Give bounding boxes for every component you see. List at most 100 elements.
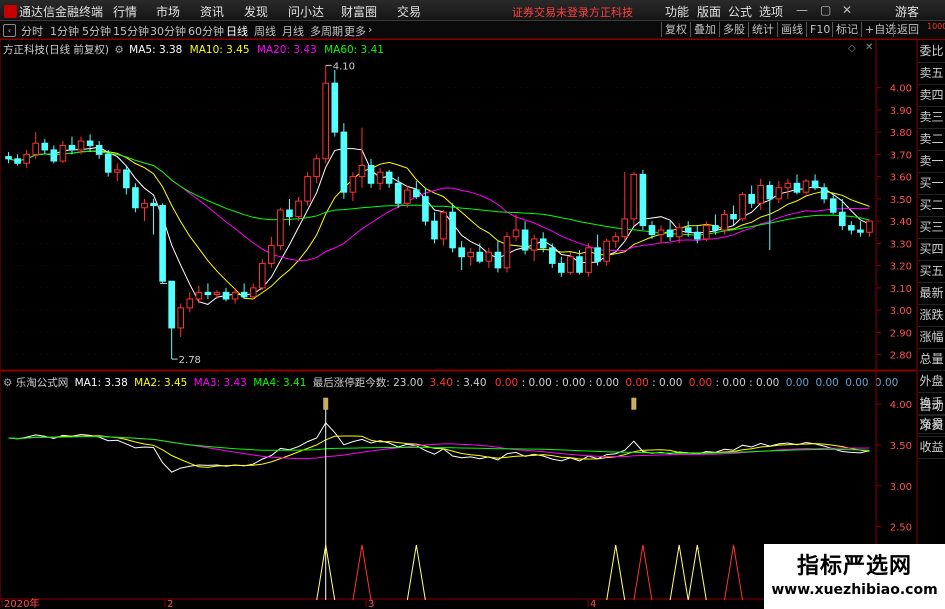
candle-body: [539, 238, 547, 249]
candle-body: [195, 291, 203, 300]
candle-body: [748, 193, 755, 204]
y-tick-label: 3.80: [890, 128, 912, 139]
side-item-12[interactable]: 涨跌: [918, 304, 945, 327]
kline-chart[interactable]: 4.00 3.90 3.80 3.70 3.60 3.50 3.40 3.30 3.20 3.10…: [0, 0, 945, 609]
candle-body: [358, 164, 366, 178]
triangle-signal: [687, 544, 707, 601]
candle-body: [313, 158, 320, 178]
candle-body: [766, 185, 774, 200]
corner-label-text: 1000: [927, 22, 945, 31]
corner-label-top: 1000: [927, 22, 945, 31]
candle-body: [675, 227, 683, 238]
triangle-signal: [406, 544, 426, 601]
candle-body: [59, 144, 67, 162]
side-item-3[interactable]: 卖三: [918, 106, 945, 129]
candle-body: [567, 256, 574, 273]
candle-body: [86, 140, 94, 146]
candle-body: [857, 229, 864, 233]
limit-up-marker: [323, 397, 329, 410]
candle-body: [666, 229, 674, 238]
candle-body: [177, 307, 185, 329]
triangle-signal: [633, 544, 653, 601]
candle-body: [775, 187, 783, 200]
side-item-13[interactable]: 涨幅: [918, 326, 945, 349]
y-tick-label: 3.00: [890, 306, 912, 317]
side-item-5[interactable]: 卖一: [918, 150, 945, 173]
x-tick-label: 3: [368, 599, 374, 609]
ma10-line: [8, 150, 870, 300]
candle-body: [123, 169, 130, 189]
y-tick-label: 3.40: [890, 217, 912, 228]
side-item-0[interactable]: 委比: [918, 40, 945, 63]
x-tick-label: 4: [590, 599, 596, 609]
side-item-4[interactable]: 卖二: [918, 128, 945, 151]
side-item-10[interactable]: 买五: [918, 260, 945, 283]
candle-body: [848, 225, 855, 231]
y-tick-label: 3.20: [890, 262, 912, 273]
y-tick-label: 4.00: [890, 84, 912, 95]
candle-body: [829, 198, 837, 213]
candle-body: [793, 182, 801, 193]
candle-body: [784, 182, 792, 189]
triangle-signal: [669, 544, 689, 601]
side-item-8[interactable]: 买三: [918, 216, 945, 239]
triangle-signal: [352, 544, 372, 601]
candle-body: [240, 291, 248, 298]
candle-body: [811, 180, 819, 189]
candle-body: [104, 153, 112, 173]
limit-up-marker: [631, 397, 637, 410]
side-item-14[interactable]: 总量: [918, 348, 945, 371]
candle-body: [558, 262, 565, 273]
candle-body: [222, 291, 230, 300]
side-item-1[interactable]: 卖五: [918, 62, 945, 85]
candle-body: [403, 189, 411, 204]
side-item-11[interactable]: 最新: [918, 282, 945, 305]
side-item-19[interactable]: 自动: [918, 397, 945, 416]
candle-body: [712, 225, 719, 231]
candle-body: [5, 156, 12, 160]
side-item-7[interactable]: 买二: [918, 194, 945, 217]
candle-body: [277, 209, 284, 247]
candle-body: [413, 189, 420, 198]
triangle-signal: [724, 544, 744, 601]
candle-body: [739, 193, 746, 220]
candle-body: [838, 211, 846, 227]
watermark-url: www.xuezhibiao.com: [771, 582, 938, 598]
sub-y-tick-label: 3.00: [890, 482, 912, 493]
candle-body: [14, 158, 21, 164]
candle-body: [648, 225, 656, 235]
candle-body: [585, 247, 592, 273]
side-item-2[interactable]: 卖四: [918, 84, 945, 107]
y-tick-label: 3.50: [890, 195, 912, 206]
candle-body: [23, 153, 30, 164]
sub-y-tick-label: 3.50: [890, 441, 912, 452]
candle-body: [503, 236, 511, 269]
side-item-20[interactable]: 交易: [918, 415, 945, 434]
candle-body: [485, 251, 493, 262]
candle-body: [385, 171, 393, 184]
candle-body: [132, 187, 139, 209]
candle-body: [757, 185, 765, 204]
candle-body: [422, 196, 429, 222]
side-item-9[interactable]: 买四: [918, 238, 945, 261]
candle-body: [141, 202, 148, 209]
candle-body: [186, 298, 194, 309]
candle-body: [268, 245, 275, 264]
candle-body: [113, 169, 121, 173]
candle-body: [367, 164, 375, 184]
candle-body: [331, 82, 339, 133]
candle-body: [603, 240, 610, 262]
candle-body: [431, 220, 438, 240]
candle-body: [639, 173, 647, 227]
candle-body: [394, 182, 402, 204]
y-tick-label: 3.10: [890, 284, 912, 295]
y-tick-label: 3.60: [890, 173, 912, 184]
candle-body: [32, 142, 40, 155]
side-item-18[interactable]: 收益: [918, 436, 945, 459]
side-item-6[interactable]: 买一: [918, 172, 945, 195]
candle-body: [548, 247, 556, 264]
candle-body: [258, 262, 266, 289]
candle-body: [458, 247, 465, 258]
side-item-15[interactable]: 外盘: [918, 370, 945, 393]
candle-body: [684, 227, 692, 233]
